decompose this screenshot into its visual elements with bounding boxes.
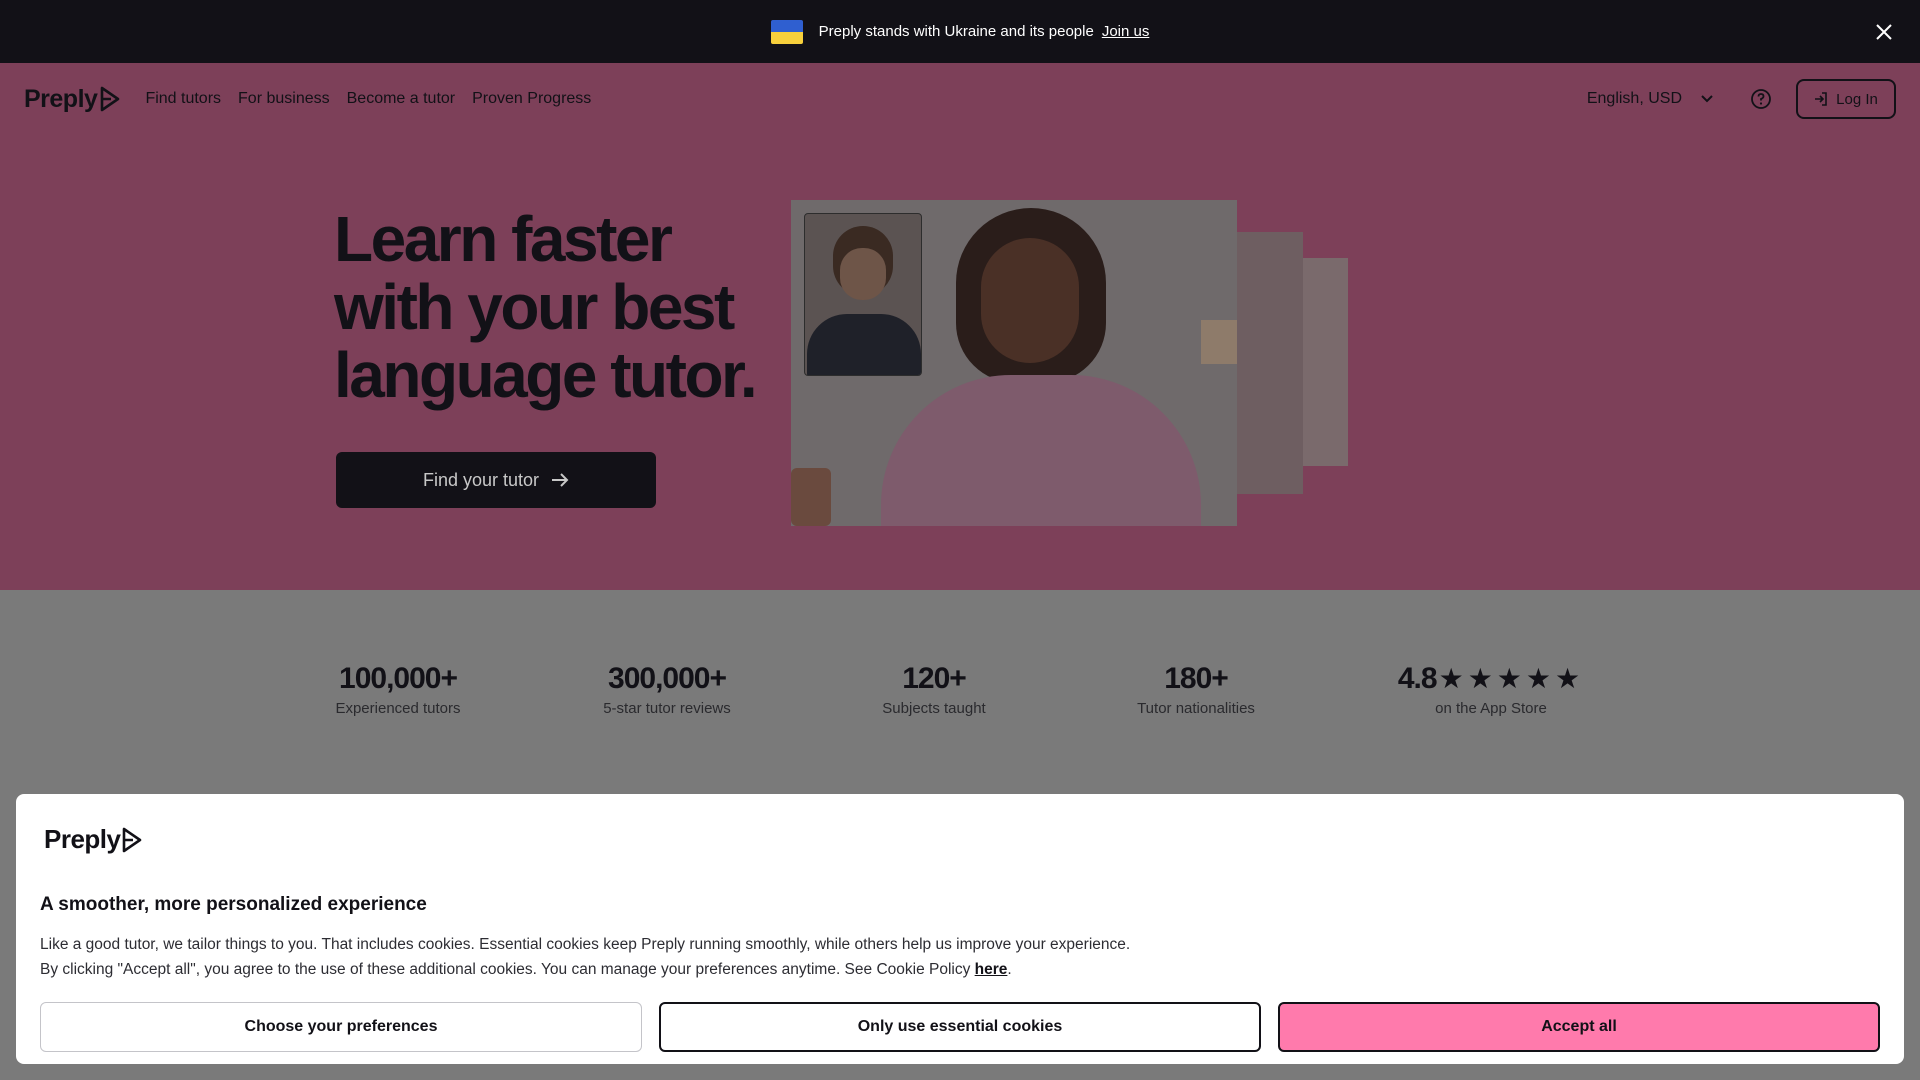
choose-preferences-button[interactable]: Choose your preferences xyxy=(40,1002,642,1052)
close-icon[interactable] xyxy=(1872,20,1896,44)
stat-label: Tutor nationalities xyxy=(1137,700,1255,717)
language-label: English, USD xyxy=(1586,90,1682,107)
find-your-tutor-button[interactable]: Find your tutor xyxy=(336,452,656,508)
join-us-link[interactable]: Join us xyxy=(1102,23,1150,40)
essential-cookies-button[interactable]: Only use essential cookies xyxy=(659,1002,1261,1052)
student-video-thumbnail xyxy=(804,213,922,376)
cookie-preply-logo: Preply xyxy=(44,824,143,855)
help-icon[interactable] xyxy=(1750,88,1772,110)
stat-value: 4.8★★★★★ xyxy=(1388,662,1594,696)
hero-photo-card-middle xyxy=(1237,232,1303,494)
cookie-policy-link[interactable]: here xyxy=(975,961,1008,978)
nav-become-tutor[interactable]: Become a tutor xyxy=(347,90,456,108)
stat-item: 180+ Tutor nationalities xyxy=(1128,662,1264,717)
stat-label: 5-star tutor reviews xyxy=(603,700,731,717)
cookie-title: A smoother, more personalized experience xyxy=(40,894,427,915)
stats-section: 100,000+ Experienced tutors 300,000+ 5-s… xyxy=(0,590,1920,790)
stat-value: 120+ xyxy=(902,662,967,695)
hero-section: Preply Find tutors For business Become a… xyxy=(0,63,1920,590)
banner-text: Preply stands with Ukraine and its peopl… xyxy=(818,23,1094,40)
language-selector[interactable]: English, USD xyxy=(1587,90,1714,108)
preply-logo-icon xyxy=(101,86,120,112)
cookie-text-line-2: By clicking "Accept all", you agree to t… xyxy=(40,961,1012,978)
tutor-video-photo xyxy=(791,200,1237,526)
main-nav: Preply Find tutors For business Become a… xyxy=(0,63,1920,135)
arrow-right-icon xyxy=(552,473,569,487)
star-rating-icon: ★★★★★ xyxy=(1438,663,1585,694)
brand-name: Preply xyxy=(24,84,98,113)
stat-item: 100,000+ Experienced tutors xyxy=(328,662,468,717)
ukraine-flag-icon xyxy=(770,19,803,44)
nav-for-business[interactable]: For business xyxy=(238,90,330,108)
login-button[interactable]: Log In xyxy=(1796,79,1896,119)
cta-label: Find your tutor xyxy=(422,469,540,490)
stat-value: 180+ xyxy=(1164,662,1229,695)
cookie-text-line-1: Like a good tutor, we tailor things to y… xyxy=(40,936,1131,953)
stat-item: 120+ Subjects taught xyxy=(874,662,994,717)
accept-all-button[interactable]: Accept all xyxy=(1278,1002,1880,1052)
cookie-description: Like a good tutor, we tailor things to y… xyxy=(40,932,1440,982)
stat-item-rating: 4.8★★★★★ on the App Store xyxy=(1388,662,1594,717)
stat-item: 300,000+ 5-star tutor reviews xyxy=(594,662,740,717)
cookie-brand-name: Preply xyxy=(44,824,121,854)
login-label: Log In xyxy=(1836,90,1878,108)
preply-logo[interactable]: Preply xyxy=(24,85,121,114)
stat-label: Subjects taught xyxy=(882,700,986,717)
stat-label: Experienced tutors xyxy=(335,700,461,717)
hero-title: Learn faster with your best language tut… xyxy=(334,203,758,411)
ukraine-banner: Preply stands with Ukraine and its peopl… xyxy=(0,0,1920,63)
preply-logo-icon xyxy=(122,827,141,852)
cookie-consent-dialog: Preply A smoother, more personalized exp… xyxy=(16,794,1904,1064)
rating-value: 4.8 xyxy=(1397,662,1438,695)
nav-proven-progress[interactable]: Proven Progress xyxy=(472,90,591,108)
stat-value: 300,000+ xyxy=(608,662,727,695)
stat-value: 100,000+ xyxy=(339,662,458,695)
chevron-down-icon xyxy=(1701,95,1713,103)
stat-label: on the App Store xyxy=(1435,700,1547,717)
nav-find-tutors[interactable]: Find tutors xyxy=(145,90,221,108)
login-icon xyxy=(1815,92,1827,106)
cookie-text-line-2-body: By clicking "Accept all", you agree to t… xyxy=(40,961,975,978)
